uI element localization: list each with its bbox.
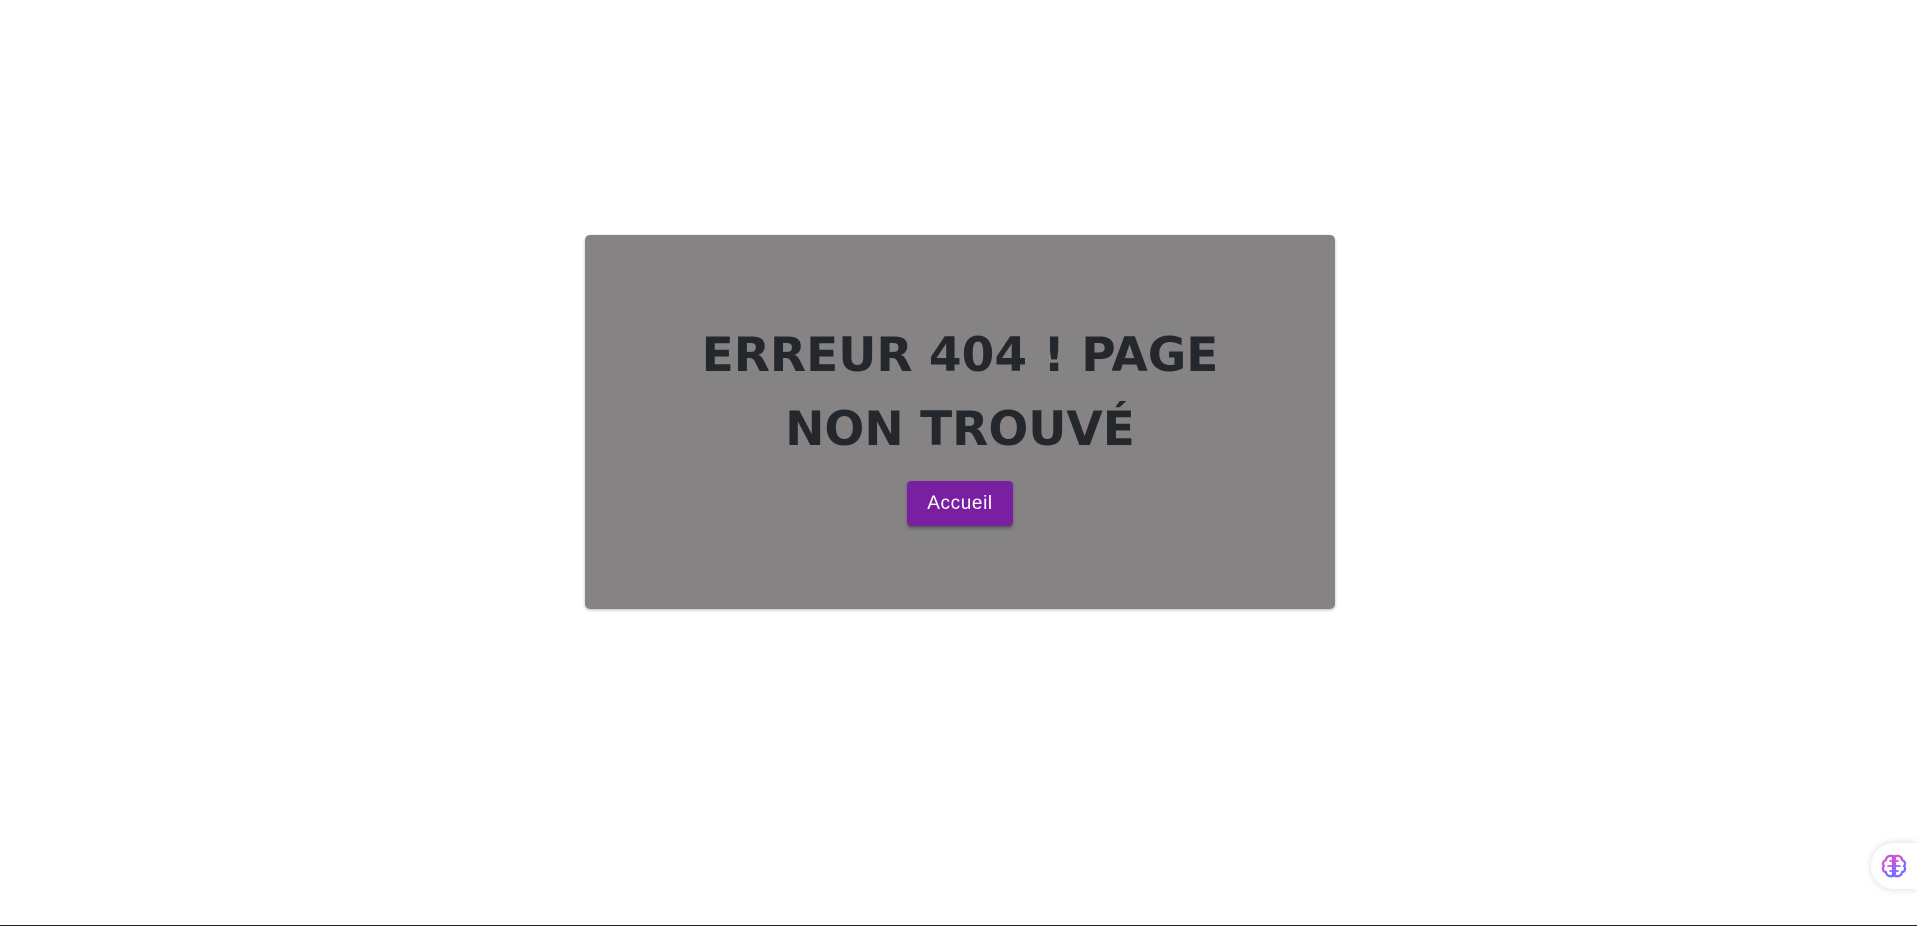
home-button[interactable]: Accueil: [907, 481, 1013, 526]
page: ERREUR 404 ! PAGE NON TROUVÉ Accueil: [0, 0, 1917, 925]
error-title: ERREUR 404 ! PAGE NON TROUVÉ: [701, 328, 1219, 457]
error-card: ERREUR 404 ! PAGE NON TROUVÉ Accueil: [585, 235, 1335, 609]
brain-icon: [1881, 854, 1907, 878]
assistant-widget-button[interactable]: [1871, 843, 1917, 889]
